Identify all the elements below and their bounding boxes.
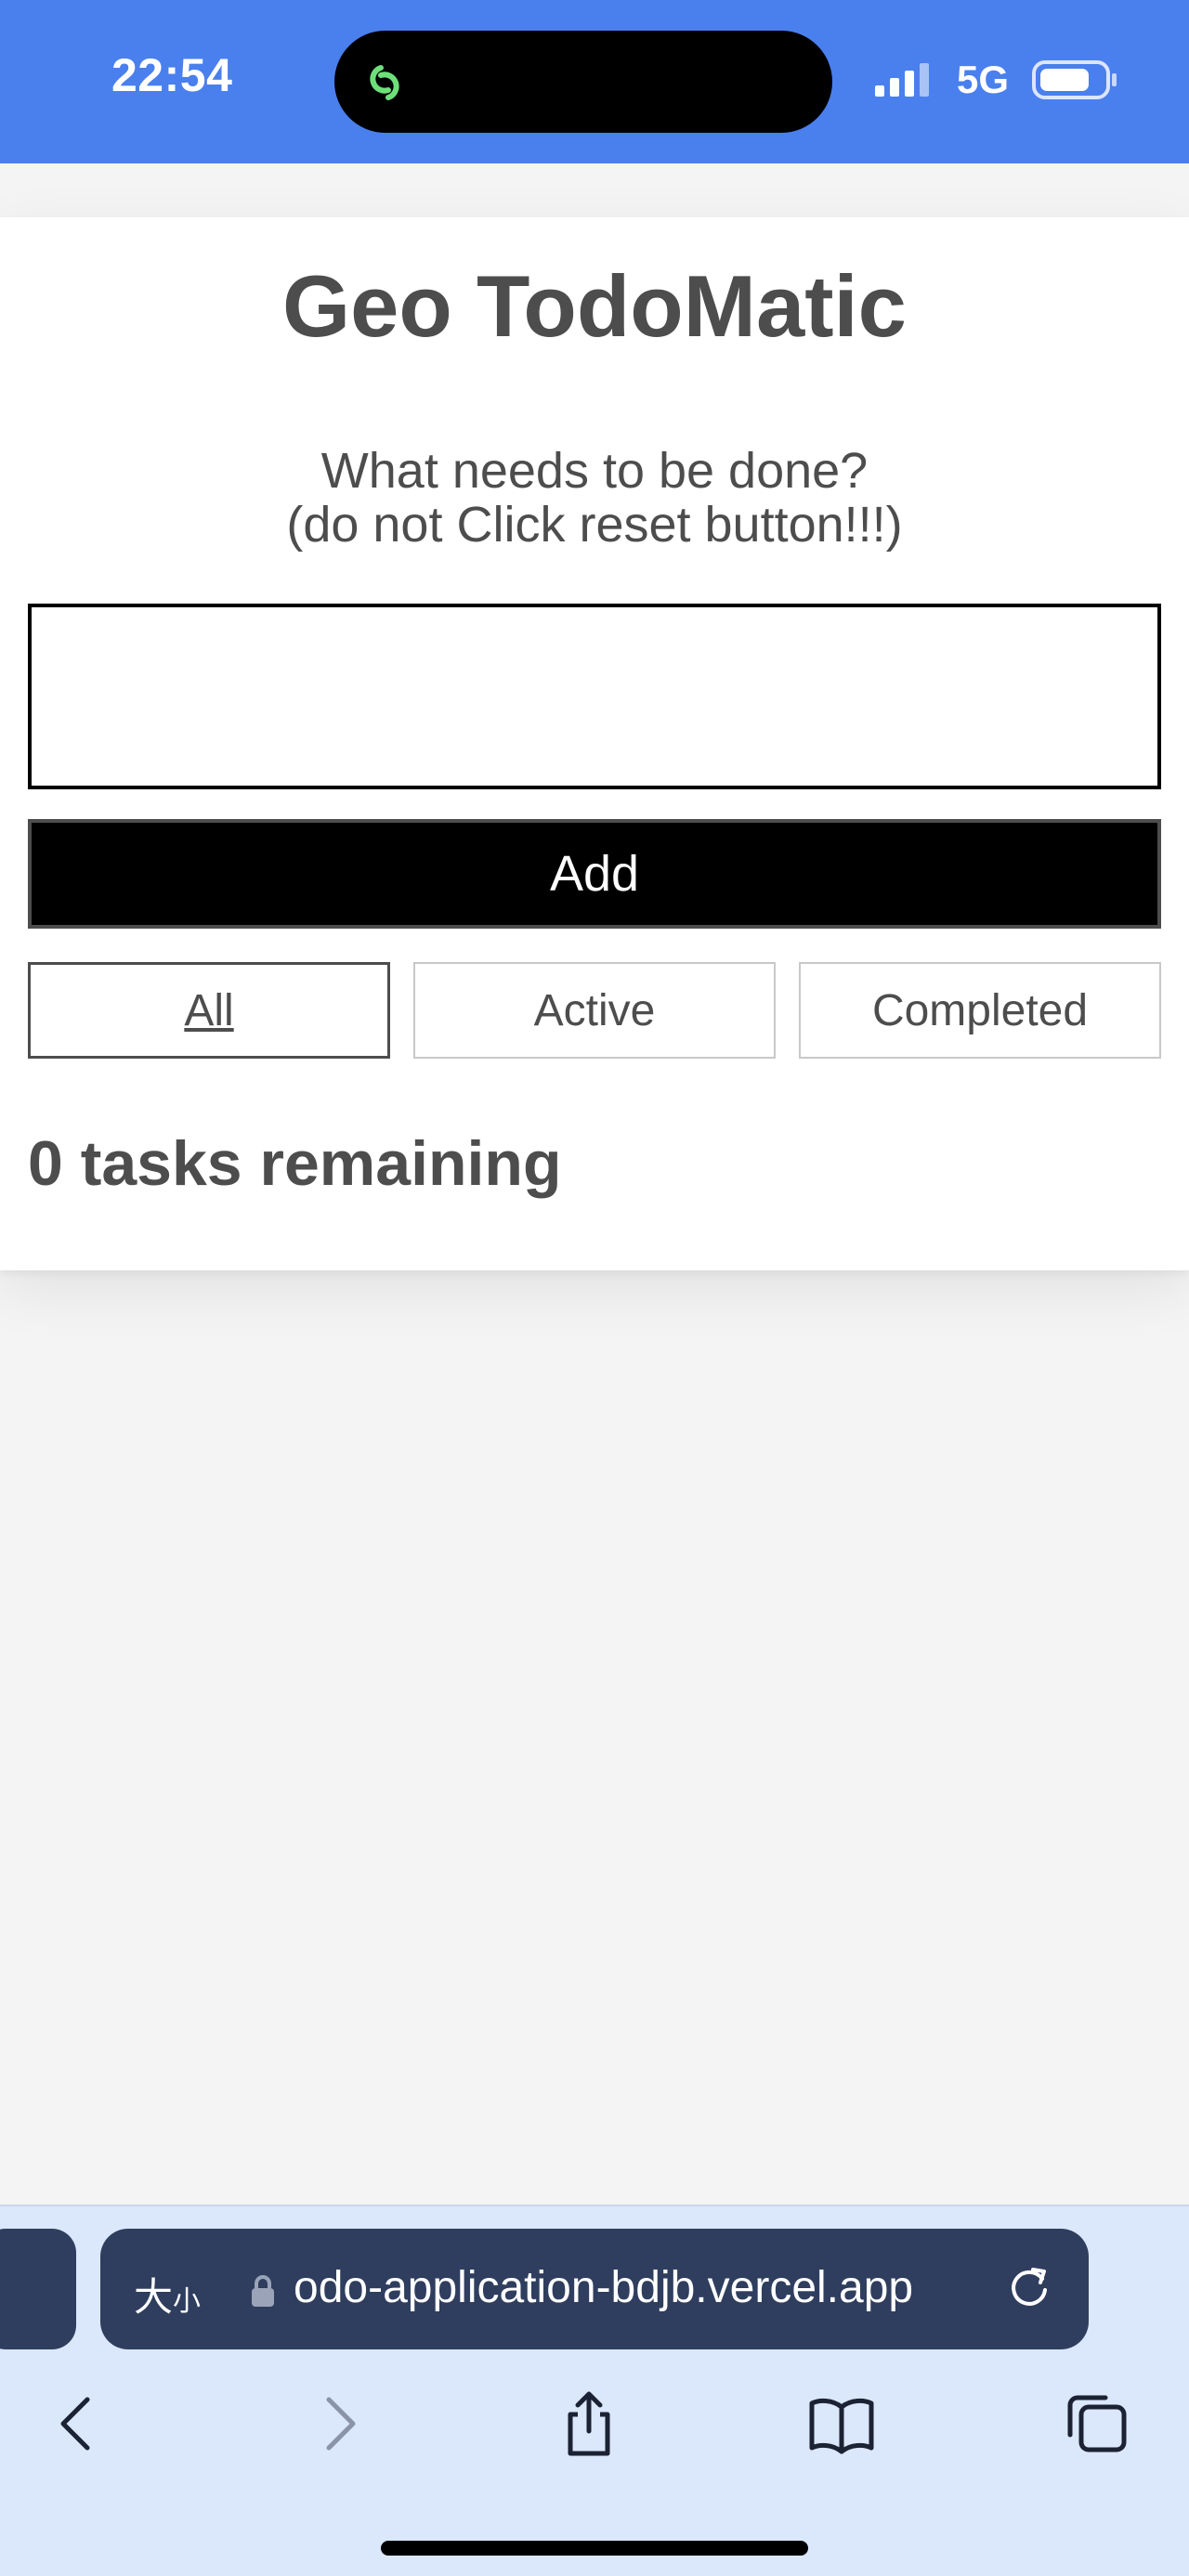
text-size-button[interactable]: 大小: [134, 2266, 201, 2322]
text-size-small-glyph: 小: [173, 2286, 202, 2317]
todo-card: Geo TodoMatic What needs to be done? (do…: [0, 217, 1189, 1270]
filter-all-button[interactable]: All: [28, 962, 390, 1059]
signal-bars-icon: [875, 63, 929, 97]
dynamic-island: [334, 31, 832, 133]
prompt-line-2: (do not Click reset button!!!): [286, 497, 903, 553]
network-type: 5G: [957, 58, 1010, 101]
battery-icon: [1032, 60, 1117, 99]
share-icon[interactable]: [552, 2387, 626, 2461]
new-todo-input[interactable]: [28, 604, 1161, 789]
browser-toolbar: 大小 odo-application-bdjb.vercel.app: [0, 2205, 1189, 2576]
url-text: odo-application-bdjb.vercel.app: [294, 2263, 914, 2312]
filter-active-button[interactable]: Active: [413, 962, 776, 1059]
tabs-icon[interactable]: [1059, 2387, 1133, 2461]
filter-completed-button[interactable]: Completed: [799, 962, 1161, 1059]
input-prompt: What needs to be done? (do not Click res…: [0, 444, 1189, 552]
add-button[interactable]: Add: [28, 819, 1161, 929]
bookmarks-icon[interactable]: [804, 2387, 879, 2461]
page-title: Geo TodoMatic: [282, 257, 907, 355]
page: 22:54 5G Geo TodoMatic What needs to be …: [0, 0, 1189, 2576]
home-indicator[interactable]: [381, 2541, 808, 2556]
link-rings-icon: [370, 65, 399, 100]
prompt-line-1: What needs to be done?: [320, 443, 869, 499]
previous-tab-preview[interactable]: [0, 2229, 76, 2349]
back-icon[interactable]: [41, 2387, 115, 2461]
lock-icon: [252, 2275, 274, 2307]
text-size-large-glyph: 大: [134, 2275, 174, 2319]
reload-icon[interactable]: [1001, 2260, 1057, 2316]
forward-icon[interactable]: [301, 2387, 375, 2461]
address-bar[interactable]: 大小 odo-application-bdjb.vercel.app: [100, 2229, 1089, 2349]
status-bar: 22:54 5G: [0, 0, 1189, 163]
tasks-remaining-heading: 0 tasks remaining: [28, 1128, 562, 1199]
status-time: 22:54: [111, 49, 233, 101]
